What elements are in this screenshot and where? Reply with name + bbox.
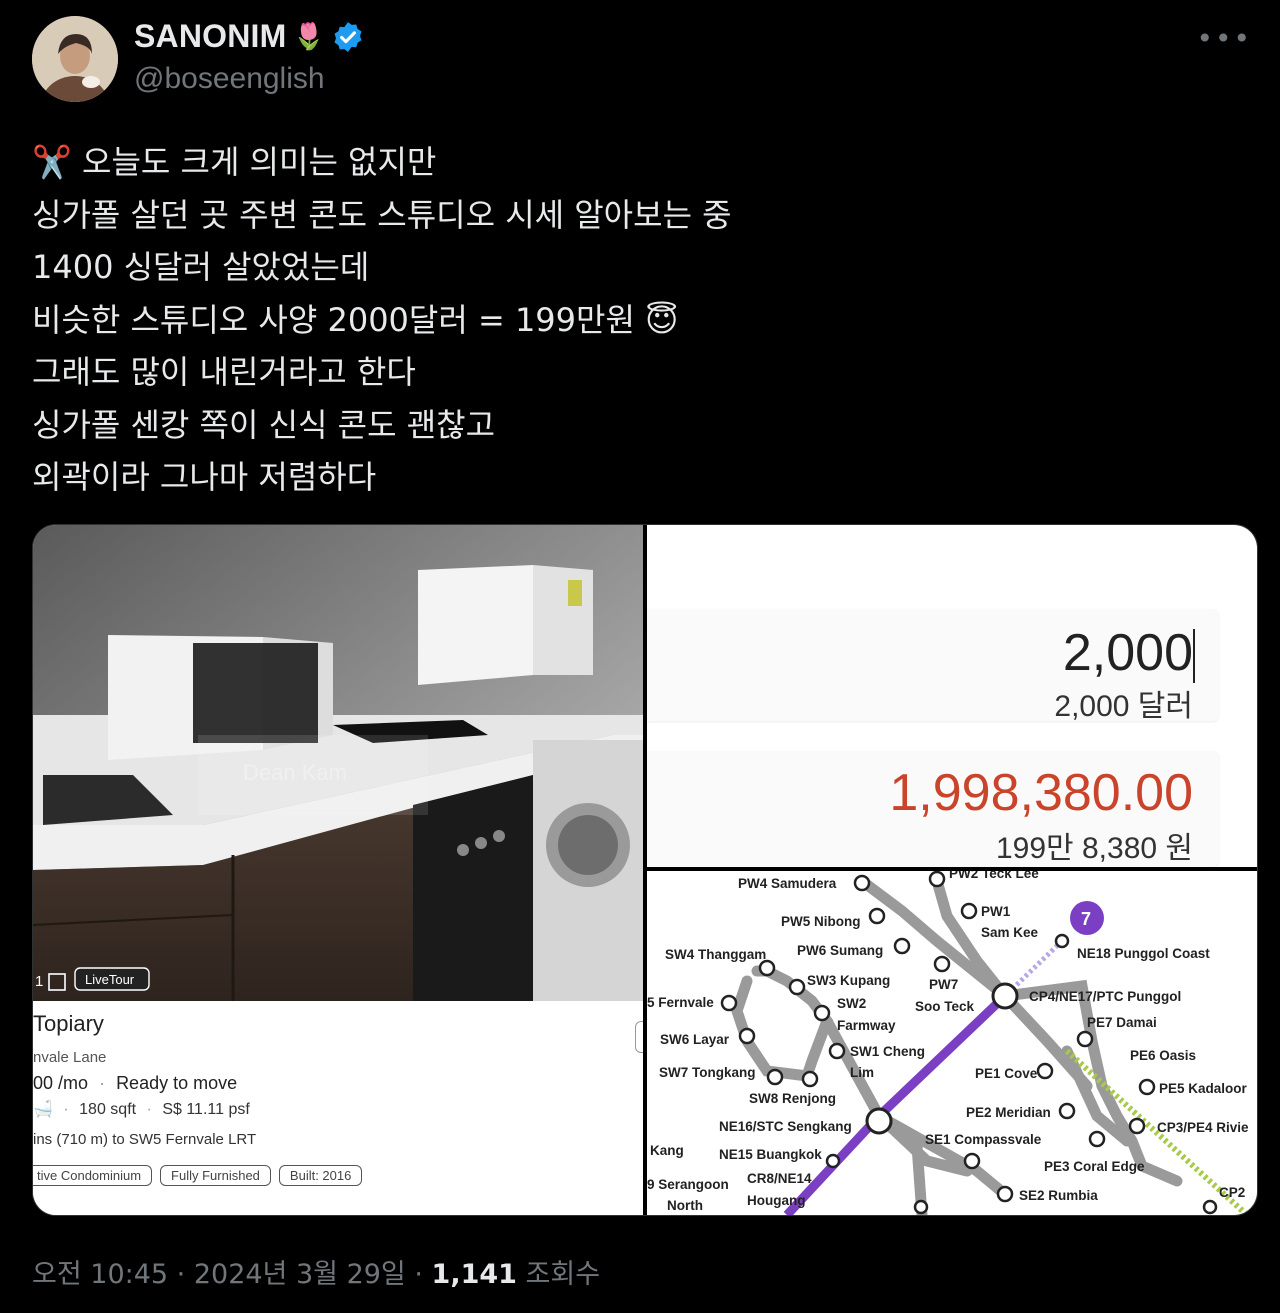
station-label: CR8/NE14 — [747, 1171, 812, 1186]
listing-size: 180 sqft — [79, 1101, 137, 1118]
listing-mrt: ins (710 m) to SW5 Fernvale LRT — [33, 1131, 257, 1148]
photo-watermark: Dean Kam — [243, 760, 347, 785]
tweet-line: 1400 싱달러 살았었는데 — [32, 248, 370, 286]
author-display-name[interactable]: SANONIM — [134, 18, 287, 55]
tweet-line: 싱가폴 센캉 쪽이 신식 콘도 괜찮고 — [32, 405, 496, 444]
station-label: Sam Kee — [981, 925, 1039, 940]
station-label: Farmway — [837, 1018, 896, 1033]
listing-price-row: 00 /mo · Ready to move — [33, 1073, 237, 1094]
views-count[interactable]: 1,141 — [432, 1259, 517, 1290]
separator-dot: · — [99, 1073, 106, 1093]
listing-tags: tive Condominium Fully Furnished Built: … — [33, 1165, 363, 1186]
converter-input-sub: 2,000 달러 — [1054, 690, 1193, 723]
tweet-meta: 오전 10:45 · 2024년 3월 29일 · 1,141 조회수 — [32, 1252, 600, 1291]
tweet-line: 비슷한 스튜디오 사양 2000달러 = 199만원 😇 — [32, 300, 679, 339]
station-label: Hougang — [747, 1193, 806, 1208]
station-label: PW7 — [929, 977, 958, 992]
media-grid: Dean Kam 1 LiveTour Topiary nvale Lane 0… — [32, 524, 1258, 1216]
station-label: PE7 Damai — [1087, 1015, 1157, 1030]
station-label: SW7 Tongkang — [659, 1065, 756, 1080]
listing-title: Topiary — [33, 1011, 104, 1036]
tweet-line: 외곽이라 그나마 저렴하다 — [32, 458, 377, 496]
converter-result-box: 1,998,380.00 199만 8,380 원 — [647, 751, 1219, 867]
converter-input-value: 2,000 — [1062, 624, 1193, 682]
station-label: CP3/PE4 Rivie — [1157, 1120, 1249, 1135]
station-label: Soo Teck — [915, 999, 975, 1014]
station-label: SW1 Cheng — [850, 1044, 925, 1059]
tweet-line: 그래도 많이 내린거라고 한다 — [32, 353, 416, 391]
station-label: PW4 Samudera — [738, 876, 837, 891]
listing-card[interactable]: Topiary nvale Lane 00 /mo · Ready to mov… — [33, 1001, 643, 1215]
avatar[interactable] — [32, 16, 118, 102]
author-name-row: SANONIM 🌷 — [134, 18, 365, 55]
station-label: PE6 Oasis — [1130, 1048, 1196, 1063]
tweet-line: ✂️ 오늘도 크게 의미는 없지만 — [32, 143, 437, 181]
station-label: PE3 Coral Edge — [1044, 1159, 1145, 1174]
author-handle[interactable]: @boseenglish — [134, 62, 325, 96]
more-horizontal-icon[interactable]: ••• — [1196, 22, 1252, 55]
sengkang-interchange — [865, 1107, 893, 1135]
station-label: SW2 — [837, 996, 866, 1011]
separator-dot: · — [63, 1101, 69, 1118]
converter-result-sub: 199만 8,380 원 — [996, 832, 1193, 865]
listing-price: 00 /mo — [33, 1073, 89, 1093]
tweet-text: ✂️ 오늘도 크게 의미는 없지만 싱가폴 살던 곳 주변 콘도 스튜디오 시세… — [32, 136, 1232, 504]
station-label: NE15 Buangkok — [719, 1147, 822, 1162]
listing-specs: 🛁 · 180 sqft · S$ 11.11 psf — [33, 1099, 250, 1119]
station-label: NE18 Punggol Coast — [1077, 946, 1210, 961]
station-label: PE2 Meridian — [966, 1105, 1051, 1120]
kitchen-photo: Dean Kam 1 LiveTour — [33, 525, 643, 1001]
station-label: SW4 Thanggam — [665, 947, 766, 962]
station-label: 5 Fernvale — [647, 995, 714, 1010]
tweet-time[interactable]: 오전 10:45 — [32, 1259, 168, 1290]
separator-dot: · — [414, 1259, 432, 1290]
photo-count: 1 — [35, 973, 43, 990]
station-label: CP2 — [1219, 1185, 1245, 1200]
live-tour-label: LiveTour — [85, 972, 135, 987]
mrt-map: 7 PW4 Samudera PW2 Teck Lee PW1 Sam Kee … — [647, 871, 1249, 1215]
station-label: PE5 Kadaloor — [1159, 1081, 1248, 1096]
media-mrt-map[interactable]: 7 PW4 Samudera PW2 Teck Lee PW1 Sam Kee … — [647, 871, 1257, 1215]
text-cursor — [1193, 629, 1195, 683]
listing-status: Ready to move — [116, 1073, 238, 1093]
station-label: PW6 Sumang — [797, 943, 883, 958]
tulip-emoji: 🌷 — [292, 21, 325, 52]
tweet-date[interactable]: 2024년 3월 29일 — [194, 1259, 406, 1290]
station-label: SE2 Rumbia — [1019, 1188, 1098, 1203]
station-label: SW8 Renjong — [749, 1091, 836, 1106]
line-badge-number: 7 — [1081, 909, 1091, 929]
station-label: PE1 Cove — [975, 1066, 1038, 1081]
station-label: CP4/NE17/PTC Punggol — [1029, 989, 1181, 1004]
station-label: PW1 — [981, 904, 1011, 919]
station-label: PW2 Teck Lee — [949, 871, 1039, 881]
media-currency-converter[interactable]: 2,000 2,000 달러 1,998,380.00 199만 8,380 원 — [647, 525, 1257, 867]
bath-icon: 🛁 — [33, 1101, 53, 1118]
station-label: PW5 Nibong — [781, 914, 861, 929]
verified-badge-icon[interactable] — [331, 20, 365, 54]
listing-street: nvale Lane — [33, 1049, 107, 1066]
station-label: Lim — [850, 1065, 874, 1080]
station-label: SW6 Layar — [660, 1032, 730, 1047]
station-label: 9 Serangoon — [647, 1177, 729, 1192]
separator-dot: · — [146, 1101, 152, 1118]
listing-psf: S$ 11.11 psf — [162, 1101, 250, 1118]
station-label: NE16/STC Sengkang — [719, 1119, 852, 1134]
punggol-interchange — [991, 982, 1019, 1010]
station-label: Kang — [650, 1143, 684, 1158]
tweet-line: 싱가폴 살던 곳 주변 콘도 스튜디오 시세 알아보는 중 — [32, 195, 732, 234]
converter-input-box[interactable]: 2,000 2,000 달러 — [647, 609, 1219, 723]
station-label: North — [667, 1198, 703, 1213]
views-label: 조회수 — [525, 1259, 601, 1290]
media-kitchen-listing[interactable]: Dean Kam 1 LiveTour Topiary nvale Lane 0… — [33, 525, 643, 1215]
station-label: SW3 Kupang — [807, 973, 890, 988]
separator-dot: · — [176, 1259, 194, 1290]
listing-tag: Fully Furnished — [160, 1165, 271, 1186]
converter-result-value: 1,998,380.00 — [889, 764, 1193, 822]
carousel-next-button[interactable] — [635, 1021, 643, 1053]
station-label: SE1 Compassvale — [925, 1132, 1042, 1147]
avatar-image — [32, 16, 118, 102]
listing-tag: tive Condominium — [33, 1165, 153, 1186]
listing-tag: Built: 2016 — [278, 1165, 363, 1186]
